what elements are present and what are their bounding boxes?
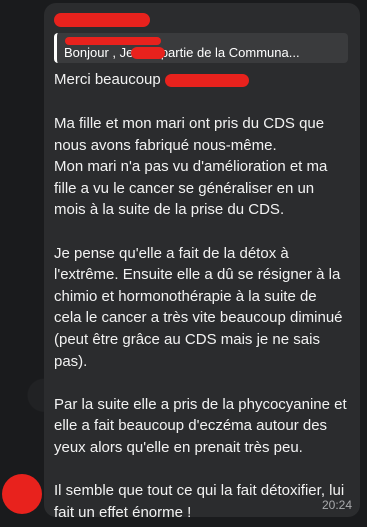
redaction-mark — [164, 73, 249, 87]
message-paragraph: Ma fille et mon mari ont pris du CDS que… — [54, 115, 328, 219]
message-paragraph: Il semble que tout ce qui la fait détoxi… — [54, 482, 345, 521]
message-paragraph: Par la suite elle a pris de la phycocyan… — [54, 395, 347, 456]
greeting-text: Merci beaucoup — [54, 71, 161, 88]
message-greeting: Merci beaucoup — [54, 69, 348, 91]
reply-text: Bonjour , Je fais partie de la Communa..… — [64, 45, 300, 60]
sender-name[interactable] — [54, 13, 348, 27]
reply-preview[interactable]: Bonjour , Je fais partie de la Communa..… — [54, 33, 348, 63]
message-body: Ma fille et mon mari ont pris du CDS que… — [54, 113, 348, 523]
avatar[interactable] — [2, 474, 42, 514]
message-timestamp: 20:24 — [321, 498, 352, 512]
redaction-mark — [131, 47, 165, 59]
message-paragraph: Je pense qu'elle a fait de la détox à l'… — [54, 244, 343, 370]
redaction-mark — [54, 13, 150, 27]
message-bubble[interactable]: Bonjour , Je fais partie de la Communa..… — [44, 3, 360, 521]
redaction-mark — [65, 37, 161, 45]
